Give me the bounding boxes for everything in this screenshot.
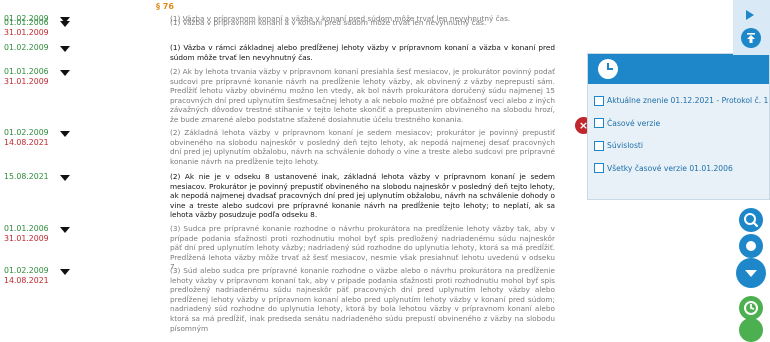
right-toolbar-top bbox=[733, 0, 770, 55]
expand-triangle-icon[interactable] bbox=[60, 70, 70, 76]
checkbox-icon[interactable] bbox=[594, 163, 604, 173]
expand-triangle-icon[interactable] bbox=[60, 21, 70, 27]
version-dates: 01.02.2009 bbox=[4, 43, 49, 53]
dot-icon bbox=[746, 241, 756, 251]
version-dates: 15.08.2021 bbox=[4, 172, 49, 182]
valid-to: 31.01.2009 bbox=[4, 28, 49, 37]
valid-from: 01.01.2006 bbox=[4, 224, 49, 233]
version-text: (2) Základná lehota väzby v prípravnom k… bbox=[170, 128, 555, 166]
valid-to: 14.08.2021 bbox=[4, 276, 49, 285]
version-row: 01.02.2009 (1) Väzba v rámci základnej a… bbox=[0, 43, 566, 65]
versions-panel: Aktuálne znenie 01.12.2021 - Protokol č.… bbox=[587, 53, 770, 200]
panel-item-related[interactable]: Súvislosti bbox=[594, 135, 768, 153]
expand-triangle-icon[interactable] bbox=[60, 46, 70, 52]
valid-to: 14.08.2021 bbox=[4, 138, 49, 147]
version-dates: 01.01.2006 31.01.2009 bbox=[4, 18, 49, 38]
scroll-top-button[interactable] bbox=[733, 27, 770, 52]
paragraph-number: § 76 bbox=[156, 2, 174, 11]
version-text: (3) Sudca pre prípravné konanie rozhodne… bbox=[170, 224, 555, 272]
expand-triangle-icon[interactable] bbox=[60, 227, 70, 233]
valid-to: 31.01.2009 bbox=[4, 77, 49, 86]
expand-triangle-icon[interactable] bbox=[60, 131, 70, 137]
valid-from: 01.01.2006 bbox=[4, 67, 49, 76]
version-dates: 01.02.2009 14.08.2021 bbox=[4, 266, 49, 286]
expand-triangle-icon[interactable] bbox=[60, 175, 70, 181]
version-row: 15.08.2021 (2) Ak nie je v odseku 8 usta… bbox=[0, 172, 566, 220]
search-icon bbox=[744, 213, 759, 228]
arrow-up-icon bbox=[741, 28, 761, 48]
version-text: (3) Súd alebo sudca pre prípravné konani… bbox=[170, 266, 555, 333]
checkbox-icon[interactable] bbox=[594, 140, 604, 151]
valid-to: 31.01.2009 bbox=[4, 234, 49, 243]
search-button[interactable] bbox=[739, 208, 763, 232]
version-row: 01.01.2006 31.01.2009 (3) Sudca pre príp… bbox=[0, 224, 566, 271]
clock-icon bbox=[598, 59, 618, 79]
valid-from: 01.02.2009 bbox=[4, 128, 49, 137]
version-text: (2) Ak by lehota trvania väzby v príprav… bbox=[170, 67, 555, 124]
version-text: (2) Ak nie je v odseku 8 ustanovené inak… bbox=[170, 172, 555, 220]
panel-item-time-versions[interactable]: Časové verzie bbox=[594, 113, 768, 131]
refresh-icon bbox=[744, 301, 758, 315]
version-row: 01.01.2006 31.01.2009 (2) Ak by lehota t… bbox=[0, 67, 566, 125]
play-icon bbox=[746, 10, 754, 20]
valid-from: 01.01.2006 bbox=[4, 18, 49, 27]
scroll-down-button[interactable] bbox=[736, 258, 766, 288]
versions-list: Aktuálne znenie 01.12.2021 - Protokol č.… bbox=[594, 90, 768, 180]
version-dates: 01.01.2006 31.01.2009 bbox=[4, 224, 49, 244]
version-row: 01.01.2006 31.01.2009 (1) Väzba v prípra… bbox=[0, 18, 566, 38]
right-toolbar-bottom bbox=[733, 200, 770, 342]
record-button[interactable] bbox=[739, 234, 763, 258]
valid-from: 01.02.2009 bbox=[4, 43, 49, 52]
chevron-down-icon bbox=[745, 270, 757, 277]
play-button[interactable] bbox=[733, 3, 770, 28]
checkbox-icon[interactable] bbox=[594, 95, 604, 106]
checkbox-icon[interactable] bbox=[594, 118, 604, 128]
valid-from: 01.02.2009 bbox=[4, 266, 49, 275]
version-row: 01.02.2009 14.08.2021 (3) Súd alebo sudc… bbox=[0, 266, 566, 333]
version-text: (1) Väzba v rámci základnej alebo predĺž… bbox=[170, 43, 555, 62]
version-row: 01.02.2009 14.08.2021 (2) Základná lehot… bbox=[0, 128, 566, 168]
panel-item-all-versions[interactable]: Všetky časové verzie 01.01.2006 bbox=[594, 158, 768, 176]
version-text: (1) Väzba v prípravnom konaní a v konaní… bbox=[170, 18, 487, 27]
versions-panel-header bbox=[588, 54, 769, 84]
extra-button[interactable] bbox=[739, 318, 763, 342]
history-button[interactable] bbox=[739, 296, 763, 320]
version-dates: 01.01.2006 31.01.2009 bbox=[4, 67, 49, 87]
expand-triangle-icon[interactable] bbox=[60, 269, 70, 275]
valid-from: 15.08.2021 bbox=[4, 172, 49, 181]
panel-item-current-version[interactable]: Aktuálne znenie 01.12.2021 - Protokol č.… bbox=[594, 90, 768, 108]
version-dates: 01.02.2009 14.08.2021 bbox=[4, 128, 49, 148]
